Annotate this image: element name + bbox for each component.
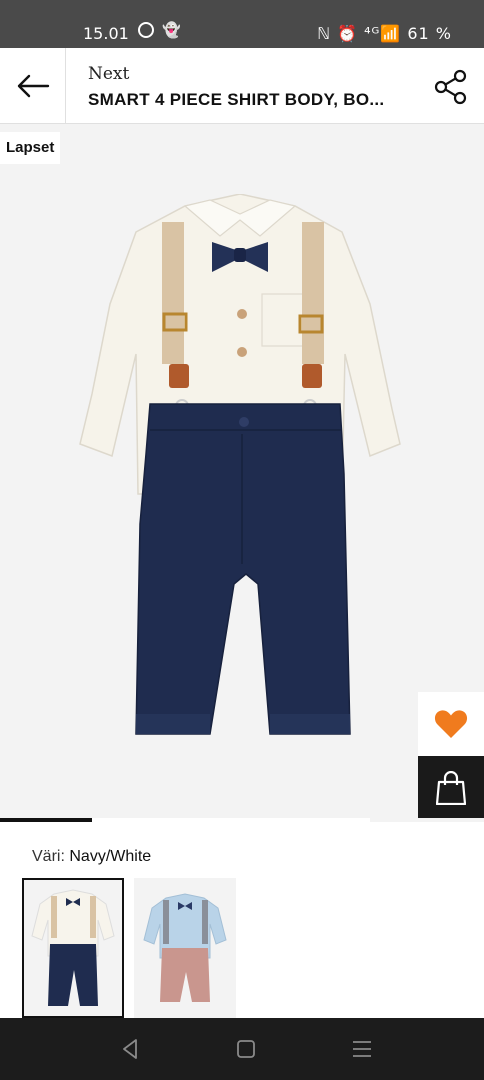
back-arrow-icon	[17, 74, 49, 98]
share-icon	[434, 69, 467, 105]
product-image-area[interactable]: Lapset	[0, 124, 484, 820]
favorite-button[interactable]	[418, 692, 484, 756]
color-value: Navy/White	[69, 848, 152, 865]
status-bar: 15.01 👻 ℕ ⏰ ⁴ᴳ📶 61 %	[0, 0, 484, 48]
color-label: Väri:	[32, 848, 65, 865]
battery-level: 61 %	[407, 24, 452, 43]
app-bar: Next SMART 4 PIECE SHIRT BODY, BO...	[0, 48, 484, 124]
heart-icon	[434, 710, 468, 738]
color-row: Väri: Navy/White	[32, 848, 151, 866]
variant-selector: Väri: Navy/White	[0, 822, 484, 1018]
snapchat-icon: 👻	[162, 21, 181, 39]
product-image	[79, 194, 401, 735]
system-nav-bar	[0, 1018, 484, 1080]
product-title: SMART 4 PIECE SHIRT BODY, BO...	[88, 90, 385, 109]
status-time: 15.01	[83, 24, 129, 43]
whatsapp-icon	[138, 22, 154, 38]
category-badge: Lapset	[0, 132, 61, 164]
nav-home-icon[interactable]	[233, 1036, 259, 1062]
add-to-bag-button[interactable]	[418, 756, 484, 820]
variant-thumb-image	[31, 889, 115, 1006]
share-button[interactable]	[432, 68, 470, 106]
shopping-bag-icon	[436, 771, 466, 805]
nav-back-icon[interactable]	[118, 1036, 144, 1062]
back-button[interactable]	[0, 48, 66, 124]
brand-name: Next	[88, 64, 130, 84]
status-indicators: ℕ ⏰ ⁴ᴳ📶 61 %	[317, 24, 452, 43]
status-signal: ℕ ⏰ ⁴ᴳ📶	[317, 24, 402, 43]
variant-thumb-navy-white[interactable]	[22, 878, 124, 1018]
nav-menu-icon[interactable]	[349, 1036, 375, 1062]
variant-thumb-pink-blue[interactable]	[134, 878, 236, 1018]
variant-thumb-image	[143, 893, 227, 1002]
